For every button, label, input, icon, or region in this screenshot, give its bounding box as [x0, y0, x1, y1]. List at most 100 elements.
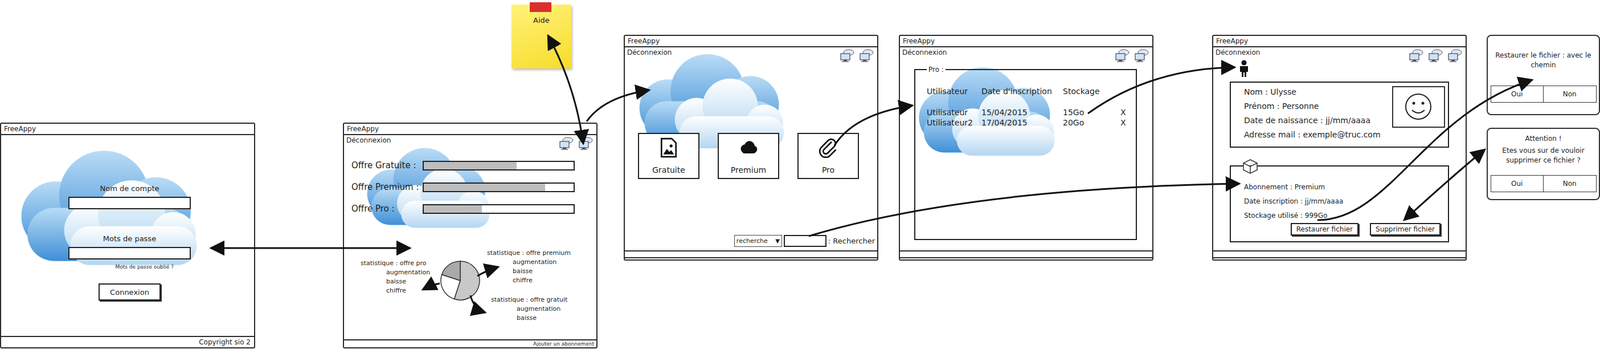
delete-button[interactable]: X	[1119, 107, 1131, 118]
offer-bar	[422, 182, 575, 192]
offer-card[interactable]: Pro	[797, 132, 859, 179]
pro-group: Pro : UtilisateurDate d'inscriptionStock…	[914, 65, 1137, 240]
table-cell: Utilisateur	[926, 107, 982, 118]
paperclip-icon	[817, 137, 839, 158]
table-cell: 15Go	[1062, 107, 1120, 118]
pie-slice	[442, 260, 461, 281]
column-header: Stockage	[1062, 86, 1120, 97]
delete-button[interactable]: X	[1119, 117, 1131, 128]
logout-link[interactable]: Déconnexion	[627, 48, 672, 57]
pro-users-window: FreeAppy Déconnexion Pro : UtilisateurDa…	[898, 34, 1154, 261]
identity-field: Adresse mail : exemple@truc.com	[1244, 127, 1381, 142]
computer-cloud-icon[interactable]	[1113, 48, 1131, 64]
offer-card[interactable]: Premium	[717, 132, 780, 179]
table-cell: 17/04/2015	[981, 117, 1063, 128]
table-cell: 15/04/2015	[981, 107, 1063, 118]
stat-note: statistique : offre gratuitaugmentationb…	[490, 295, 568, 323]
field-label: Mots de passe	[103, 234, 157, 244]
identity-panel: Nom : UlyssePrénom : PersonneDate de nai…	[1229, 81, 1450, 148]
dialog-button[interactable]: Non	[1543, 175, 1597, 192]
title-bar: FreeAppy	[624, 35, 878, 48]
title-bar: FreeAppy	[899, 35, 1153, 48]
title-bar: FreeAppy	[1, 123, 255, 135]
subscription-panel: Abonnement : PremiumDate inscription : j…	[1229, 165, 1450, 243]
computer-cloud-icon[interactable]	[577, 136, 595, 151]
table-cell: 20Go	[1062, 117, 1120, 128]
login-button[interactable]: Connexion	[98, 283, 161, 301]
arrow	[586, 89, 650, 122]
offer-bar	[422, 160, 575, 171]
footer	[899, 250, 1153, 259]
login-form: Nom de compte Mots de passe Mots de pass…	[68, 183, 191, 301]
arrow	[547, 35, 584, 144]
logout-link[interactable]: Déconnexion	[1215, 48, 1260, 57]
computer-cloud-icon[interactable]	[1426, 48, 1444, 64]
file-button[interactable]: Restaurer fichier	[1290, 222, 1359, 236]
arrow	[1317, 79, 1533, 220]
search-select[interactable]: recherche ▼	[734, 234, 783, 247]
arrow	[1087, 67, 1235, 114]
offers-window: FreeAppy Déconnexion Gratuite Premium Pr…	[623, 34, 879, 261]
dialog-message: Restaurer le fichier : avec le chemin	[1492, 50, 1595, 71]
image-file-icon	[658, 137, 679, 158]
cloud-icon	[738, 137, 759, 158]
search-bar: recherche ▼ : Rechercher	[624, 234, 878, 247]
text-input[interactable]	[68, 196, 191, 210]
dialog-title: Attention !	[1524, 133, 1562, 144]
users-table: UtilisateurDate d'inscriptionStockage Ut…	[926, 86, 1131, 128]
wireframe-canvas: Aide FreeAppy Nom de compte Mots de pass…	[0, 0, 1600, 349]
pie-chart	[439, 259, 481, 301]
computer-cloud-icon[interactable]	[1446, 48, 1464, 64]
offer-card[interactable]: Gratuite	[637, 132, 700, 179]
subscription-field: Date inscription : jj/mm/aaaa	[1244, 194, 1441, 209]
login-window: FreeAppy Nom de compte Mots de passe Mot…	[0, 122, 256, 349]
dropdown-arrow-icon[interactable]: ▼	[775, 237, 780, 244]
computer-cloud-icon[interactable]	[1407, 48, 1425, 64]
title-bar: FreeAppy	[1213, 35, 1466, 48]
profile-window: FreeAppy Déconnexion Nom : UlyssePrénom …	[1212, 34, 1467, 261]
offer-bar	[422, 203, 575, 214]
offer-label: Offre Pro :	[351, 203, 420, 214]
logout-link[interactable]: Déconnexion	[346, 136, 391, 145]
arrow	[470, 295, 486, 313]
column-header: Date d'inscription	[981, 86, 1063, 97]
footer	[1213, 250, 1466, 259]
offer-label: Offre Premium :	[351, 181, 420, 192]
field-label: Nom de compte	[100, 183, 160, 194]
computer-cloud-icon[interactable]	[557, 136, 575, 151]
column-header: Utilisateur	[926, 86, 982, 97]
dialog-button[interactable]: Non	[1543, 86, 1597, 102]
arrow	[834, 105, 913, 146]
footer	[624, 250, 878, 259]
add-subscription-link[interactable]: Ajouter un abonnement	[533, 340, 595, 347]
identity-field: Date de naissance : jj/mm/aaaa	[1244, 113, 1381, 128]
search-input[interactable]	[783, 234, 827, 247]
footer: Ajouter un abonnement	[344, 338, 597, 347]
avatar-icon	[1392, 86, 1446, 128]
text-input[interactable]	[68, 246, 191, 260]
search-label: : Rechercher	[828, 236, 875, 245]
title-bar: FreeAppy	[344, 123, 597, 135]
dialog-button[interactable]: Oui	[1491, 175, 1544, 192]
logout-link[interactable]: Déconnexion	[902, 48, 947, 57]
confirm-dialog: Attention ! Etes vous sur de vouloir sup…	[1486, 127, 1600, 200]
file-button[interactable]: Supprimer fichier	[1369, 222, 1441, 236]
arrow	[477, 266, 499, 276]
offer-label: Offre Gratuite :	[351, 160, 420, 171]
arrow	[1404, 149, 1485, 220]
computer-cloud-icon[interactable]	[857, 48, 875, 64]
table-cell: Utilisateur2	[926, 117, 982, 128]
subscription-field: Stockage utilisé : 999Go	[1244, 208, 1441, 223]
computer-cloud-icon[interactable]	[838, 48, 856, 64]
identity-field: Prénom : Personne	[1244, 99, 1381, 114]
dialog-button[interactable]: Oui	[1491, 86, 1544, 102]
help-note: Aide	[511, 4, 572, 69]
forgot-link[interactable]: Mots de passe oublié ?	[115, 263, 174, 270]
computer-cloud-icon[interactable]	[1132, 48, 1151, 64]
tape-icon	[529, 2, 552, 12]
footer: Copyright sio 2	[1, 335, 255, 347]
confirm-dialog: Restaurer le fichier : avec le chemin Ou…	[1486, 34, 1600, 116]
arrow	[808, 183, 1240, 236]
offer-list: Offre Gratuite : Offre Premium : Offre P…	[344, 160, 597, 214]
arrow	[210, 247, 411, 249]
